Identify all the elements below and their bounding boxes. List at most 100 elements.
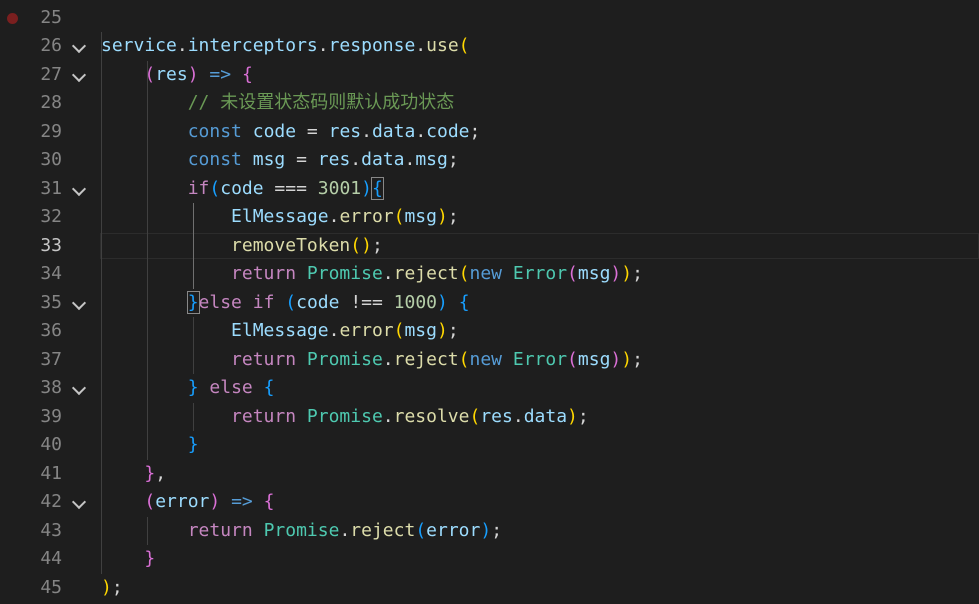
code-token: if — [252, 291, 275, 313]
code-token: use — [426, 35, 459, 56]
code-token: ; — [447, 149, 459, 170]
line-number: 28 — [40, 92, 62, 113]
code-token: ( — [567, 263, 578, 284]
code-token: } — [144, 548, 156, 569]
code-token: . — [415, 120, 427, 142]
code-editor[interactable]: 25 26 service.interceptors.response.use(27… — [0, 0, 979, 604]
code-token: ( — [393, 206, 405, 227]
code-token: ; — [111, 576, 123, 598]
code-token: { — [458, 291, 470, 313]
code-token: } — [144, 462, 156, 484]
code-token: ) — [436, 320, 448, 341]
code-text: const msg = res.data.msg; — [101, 146, 459, 175]
code-token: Promise — [263, 519, 340, 541]
code-token: ( — [469, 405, 481, 427]
code-text: } else { — [101, 374, 275, 403]
code-token: data — [371, 120, 416, 142]
code-token: res — [480, 405, 513, 427]
code-token: ( — [209, 177, 221, 199]
code-text: ); — [101, 574, 123, 603]
code-token: ; — [632, 263, 643, 284]
code-token: . — [382, 405, 394, 427]
code-token: response — [328, 35, 416, 56]
code-token: = — [285, 149, 318, 170]
code-token: ; — [371, 234, 383, 256]
fold-chevron-icon[interactable] — [71, 181, 87, 196]
line-number: 41 — [40, 462, 62, 484]
fold-chevron-icon[interactable] — [71, 494, 87, 510]
fold-chevron-icon[interactable] — [71, 38, 87, 54]
code-token: ) — [621, 348, 633, 370]
code-text: ElMessage.error(msg); — [101, 203, 459, 232]
code-token: ( — [458, 263, 470, 284]
code-token: else — [198, 291, 242, 313]
code-token: ) — [621, 263, 633, 284]
code-token: reject — [393, 348, 459, 370]
code-token: ; — [447, 320, 459, 341]
code-token: ; — [469, 120, 481, 142]
line-number: 31 — [40, 177, 62, 199]
code-token: code — [426, 120, 470, 142]
code-text: } — [101, 545, 155, 574]
code-line[interactable]: 44 } — [0, 545, 979, 574]
code-token: ) — [361, 177, 372, 199]
fold-chevron-icon[interactable] — [71, 380, 87, 396]
code-token: } — [187, 377, 199, 398]
code-token: === — [263, 177, 318, 199]
code-token: . — [176, 35, 188, 56]
code-token: , — [155, 462, 167, 484]
code-token: if — [187, 177, 210, 199]
line-number: 27 — [40, 63, 62, 85]
line-number: 25 — [40, 6, 62, 28]
line-number: 44 — [40, 548, 62, 569]
code-line[interactable]: 41 }, — [0, 460, 979, 489]
code-token: res — [328, 120, 362, 142]
fold-chevron-icon[interactable] — [71, 295, 87, 310]
code-text: ElMessage.error(msg); — [101, 317, 459, 346]
code-text: // 未设置状态码则默认成功状态 — [101, 89, 455, 118]
code-line[interactable]: 42 (error) => { — [0, 488, 979, 517]
breakpoint-icon[interactable] — [7, 12, 18, 24]
code-token: new — [469, 263, 503, 284]
code-token: return — [231, 263, 297, 284]
fold-chevron-icon[interactable] — [71, 67, 87, 82]
code-token: code — [220, 177, 264, 199]
code-token: ) — [480, 519, 492, 541]
code-line[interactable]: 26 service.interceptors.response.use( — [0, 32, 979, 61]
code-token: => — [209, 63, 232, 85]
indent-guide — [193, 203, 194, 289]
code-line[interactable]: 45); — [0, 574, 979, 603]
code-token: msg — [577, 348, 611, 370]
code-token: . — [317, 35, 329, 56]
line-number: 38 — [40, 377, 62, 398]
code-text: removeToken(); — [101, 232, 383, 261]
code-line[interactable]: 25 — [0, 4, 979, 33]
code-token: . — [328, 206, 340, 227]
code-text: service.interceptors.response.use( — [101, 32, 470, 61]
code-token: ) — [436, 206, 448, 227]
code-token: . — [350, 149, 362, 170]
code-token: error — [426, 519, 481, 541]
line-number: 42 — [40, 491, 62, 512]
code-token: msg — [415, 149, 448, 170]
code-token: . — [512, 405, 524, 427]
code-token: res — [155, 63, 188, 85]
code-token: else — [209, 377, 253, 398]
